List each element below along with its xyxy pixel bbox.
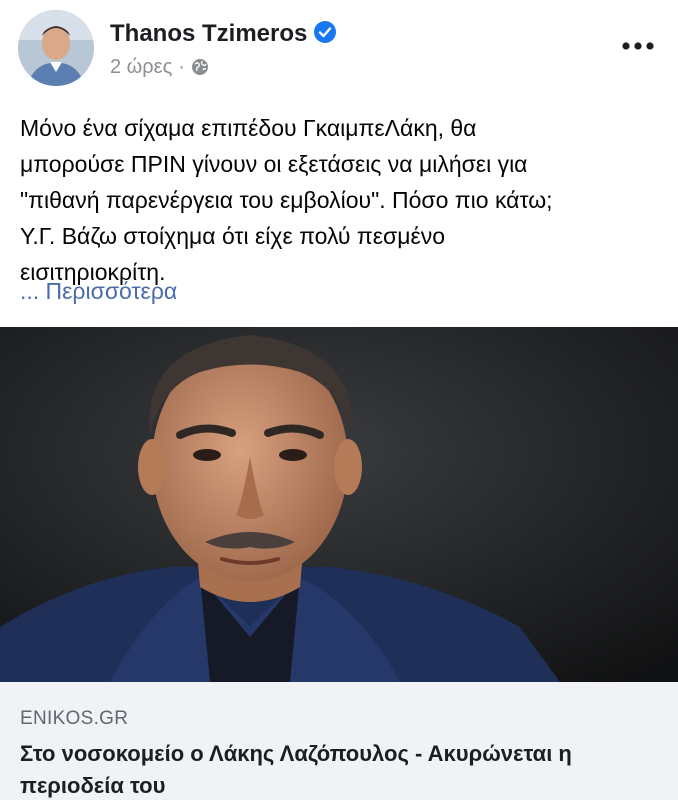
- see-more-link[interactable]: ... Περισσότερα: [20, 278, 177, 305]
- post-text-line: Υ.Γ. Βάζω στοίχημα ότι είχε πολύ πεσμένο: [20, 223, 446, 249]
- author-name[interactable]: Thanos Tzimeros: [110, 20, 307, 47]
- author-name-row: Thanos Tzimeros: [110, 20, 337, 48]
- meta-separator: ·: [178, 56, 185, 78]
- post-text-line: Μόνο ένα σίχαμα επιπέδου ΓκαιμπεΛάκη, θα: [20, 115, 477, 141]
- verified-badge-icon: [313, 20, 337, 44]
- globe-icon: [191, 58, 209, 76]
- more-options-icon[interactable]: [620, 36, 656, 56]
- post-text-line: μπορούσε ΠΡΙΝ γίνουν οι εξετάσεις να μιλ…: [20, 151, 528, 177]
- post-meta: 2 ώρες ·: [110, 56, 209, 79]
- link-preview-card[interactable]: ENIKOS.GR Στο νοσοκομείο ο Λάκης Λαζόπου…: [0, 682, 678, 800]
- post-header: Thanos Tzimeros 2 ώρες ·: [0, 0, 678, 100]
- link-domain: ENIKOS.GR: [20, 708, 129, 729]
- post-text-line: "πιθανή παρενέργεια του εμβολίου". Πόσο …: [20, 187, 553, 213]
- author-avatar[interactable]: [18, 10, 94, 86]
- post-timestamp[interactable]: 2 ώρες: [110, 56, 172, 78]
- post-text: Μόνο ένα σίχαμα επιπέδου ΓκαιμπεΛάκη, θα…: [20, 110, 665, 290]
- link-preview-image[interactable]: [0, 327, 678, 682]
- link-title[interactable]: Στο νοσοκομείο ο Λάκης Λαζόπουλος - Ακυρ…: [20, 738, 665, 800]
